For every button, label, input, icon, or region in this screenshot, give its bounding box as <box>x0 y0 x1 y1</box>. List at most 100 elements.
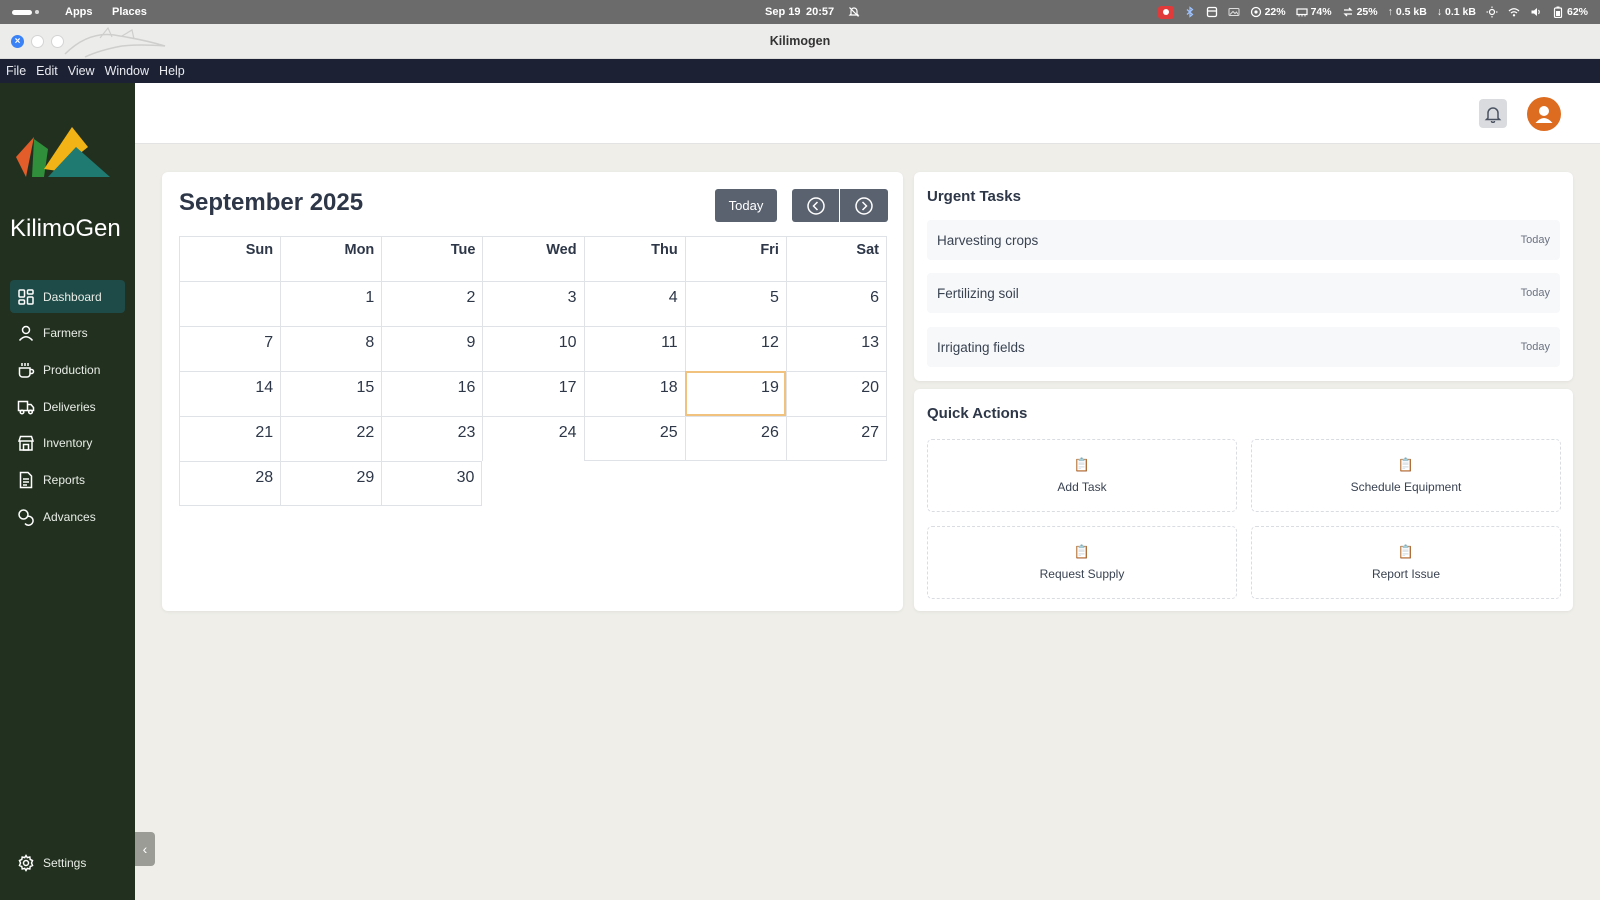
clipboard-icon: 📋 <box>1397 456 1415 472</box>
image-icon[interactable] <box>1228 6 1240 18</box>
volume-icon[interactable] <box>1530 6 1542 18</box>
chevron-right-circle-icon <box>855 196 873 215</box>
window-title: Kilimogen <box>769 34 831 48</box>
menu-file[interactable]: File <box>0 59 31 83</box>
calendar-day[interactable]: 30 <box>381 461 483 506</box>
user-avatar[interactable] <box>1527 97 1561 131</box>
task-name: Harvesting crops <box>937 232 1039 248</box>
calendar-day[interactable]: 2 <box>381 281 483 326</box>
calendar-month-title: September 2025 <box>179 189 364 216</box>
quick-actions-card: Quick Actions 📋 Add Task 📋 Schedule Equi… <box>914 389 1573 611</box>
calendar-day[interactable]: 22 <box>280 416 382 461</box>
calendar-day[interactable]: 7 <box>179 326 281 371</box>
screen-record-icon[interactable] <box>1157 5 1174 19</box>
sidebar-item-inventory[interactable]: Inventory <box>10 427 125 460</box>
menu-view[interactable]: View <box>63 59 100 83</box>
calendar-day[interactable]: 5 <box>684 281 786 326</box>
weekday-header: Thu <box>583 236 685 281</box>
calendar-day[interactable]: 10 <box>482 326 584 371</box>
user-icon <box>18 325 34 342</box>
calendar-day[interactable]: 17 <box>482 371 584 416</box>
bell-icon <box>1484 106 1502 123</box>
sidebar-collapse-button[interactable]: ‹ <box>135 832 155 866</box>
calendar-day[interactable]: 18 <box>583 371 685 416</box>
task-name: Irrigating fields <box>937 339 1025 355</box>
menu-help[interactable]: Help <box>154 59 190 83</box>
weekday-header: Fri <box>684 236 786 281</box>
calendar-day[interactable]: 28 <box>179 461 281 506</box>
cup-icon <box>18 362 35 378</box>
calendar-day[interactable]: 26 <box>684 416 786 461</box>
sidebar-item-farmers[interactable]: Farmers <box>10 317 125 350</box>
chevron-left-icon: ‹ <box>142 841 148 857</box>
memory-value: 74% <box>1310 6 1332 18</box>
calendar-day[interactable]: 25 <box>583 416 685 461</box>
task-item[interactable]: Harvesting crops Today <box>927 220 1560 260</box>
wifi-icon[interactable] <box>1508 6 1520 18</box>
add-task-button[interactable]: 📋 Add Task <box>927 439 1237 512</box>
urgent-tasks-title: Urgent Tasks <box>927 188 1021 205</box>
menu-window[interactable]: Window <box>100 59 154 83</box>
task-name: Fertilizing soil <box>937 285 1019 301</box>
sidebar-item-advances[interactable]: Advances <box>10 500 125 533</box>
top-header <box>135 83 1600 144</box>
bluetooth-icon[interactable] <box>1184 6 1196 18</box>
gear-icon <box>18 854 34 872</box>
user-avatar-icon <box>1535 106 1553 123</box>
calendar-day[interactable]: 6 <box>785 281 887 326</box>
calendar-day[interactable]: 9 <box>381 326 483 371</box>
sidebar-item-settings[interactable]: Settings <box>17 854 86 872</box>
sidebar: KilimoGen Dashboard Farmers Production D… <box>0 83 135 900</box>
brightness-icon[interactable] <box>1486 6 1498 18</box>
battery-status[interactable]: 62% <box>1552 6 1588 18</box>
menu-edit[interactable]: Edit <box>31 59 63 83</box>
sidebar-item-dashboard[interactable]: Dashboard <box>10 280 125 313</box>
notifications-button[interactable] <box>1479 99 1507 128</box>
calendar-day[interactable]: 4 <box>583 281 685 326</box>
request-supply-button[interactable]: 📋 Request Supply <box>927 526 1237 599</box>
calendar-day[interactable]: 20 <box>785 371 887 416</box>
calendar-weekday-row: Sun Mon Tue Wed Thu Fri Sat <box>179 236 887 281</box>
calendar-day[interactable]: 12 <box>684 326 786 371</box>
calendar-day[interactable]: 16 <box>381 371 483 416</box>
calendar-day[interactable]: 13 <box>785 326 887 371</box>
calendar-day[interactable]: 27 <box>785 416 887 461</box>
calendar-day[interactable]: 21 <box>179 416 281 461</box>
window-switcher-icon[interactable] <box>1206 6 1218 18</box>
quick-action-label: Add Task <box>1057 479 1107 494</box>
schedule-equipment-button[interactable]: 📋 Schedule Equipment <box>1251 439 1561 512</box>
calendar-next-button[interactable] <box>840 189 888 222</box>
calendar-day[interactable]: 23 <box>381 416 483 461</box>
calendar-day[interactable]: 14 <box>179 371 281 416</box>
report-issue-button[interactable]: 📋 Report Issue <box>1251 526 1561 599</box>
sidebar-item-deliveries[interactable]: Deliveries <box>10 390 125 423</box>
apps-menu[interactable]: Apps <box>65 0 93 24</box>
sidebar-item-reports[interactable]: Reports <box>10 463 125 496</box>
task-due: Today <box>1520 341 1550 353</box>
sidebar-item-label: Dashboard <box>43 289 102 304</box>
calendar-day[interactable]: 29 <box>280 461 382 506</box>
window-title-bar[interactable]: × Kilimogen <box>0 24 1600 59</box>
system-date[interactable]: Sep 19 <box>765 0 800 24</box>
calendar-day[interactable]: 24 <box>482 416 584 461</box>
calendar-day[interactable]: 1 <box>280 281 382 326</box>
calendar-day-selected[interactable]: 19 <box>684 371 786 416</box>
calendar-day[interactable]: 8 <box>280 326 382 371</box>
workspace-indicator[interactable] <box>12 0 39 24</box>
task-item[interactable]: Fertilizing soil Today <box>927 273 1560 313</box>
quick-action-label: Schedule Equipment <box>1350 479 1462 494</box>
calendar-day[interactable]: 15 <box>280 371 382 416</box>
clipboard-icon: 📋 <box>1397 543 1415 559</box>
calendar-today-button[interactable]: Today <box>715 189 777 222</box>
places-menu[interactable]: Places <box>112 0 147 24</box>
calendar-day[interactable]: 11 <box>583 326 685 371</box>
calendar-day-empty <box>685 461 786 506</box>
urgent-tasks-card: Urgent Tasks Harvesting crops Today Fert… <box>914 172 1573 381</box>
calendar-day[interactable]: 3 <box>482 281 584 326</box>
system-time[interactable]: 20:57 <box>806 0 834 24</box>
notifications-muted-icon[interactable] <box>848 0 860 24</box>
sidebar-item-production[interactable]: Production <box>10 353 125 386</box>
task-item[interactable]: Irrigating fields Today <box>927 327 1560 367</box>
weekday-header: Tue <box>381 236 483 281</box>
calendar-prev-button[interactable] <box>792 189 839 222</box>
